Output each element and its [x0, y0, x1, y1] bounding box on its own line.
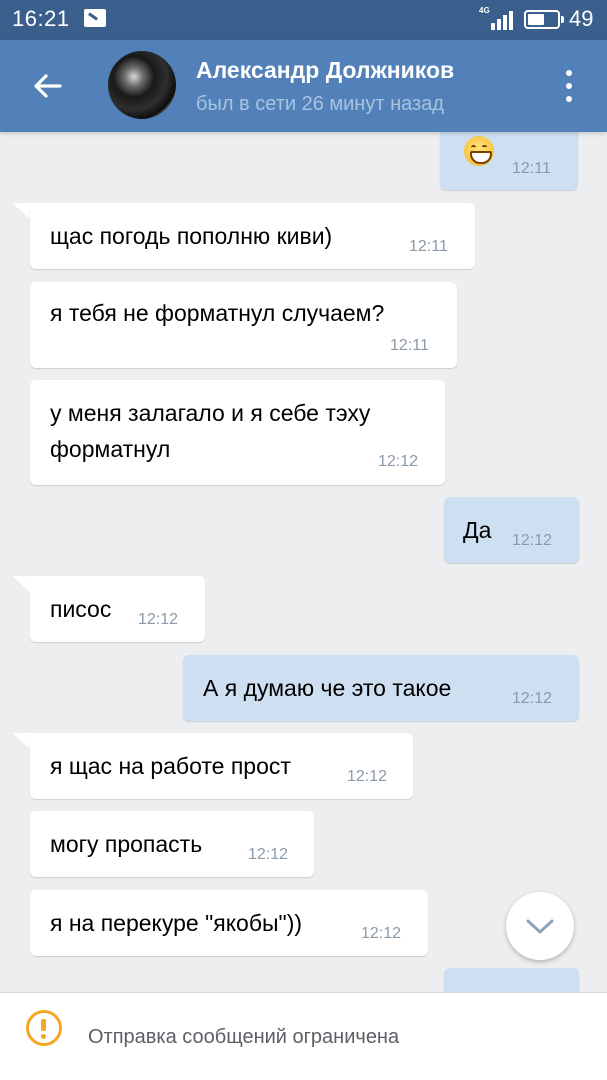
- message-outgoing[interactable]: Да 12:12: [444, 497, 579, 563]
- message-incoming[interactable]: я тебя не форматнул случаем? 12:11: [30, 282, 457, 368]
- message-incoming[interactable]: щас погодь пополню киви) 12:11: [30, 203, 475, 269]
- message-text-line-2: форматнул: [50, 436, 171, 462]
- message-incoming[interactable]: могу пропасть 12:12: [30, 811, 314, 877]
- bubble-tail: [12, 576, 30, 592]
- bubble-tail: [12, 203, 30, 219]
- message-text: могу пропасть: [50, 831, 203, 857]
- message-time: 12:12: [378, 453, 419, 470]
- message-text: я тебя не форматнул случаем?: [50, 300, 385, 326]
- signal-icon: 4G: [479, 6, 513, 30]
- message-time: 12:12: [248, 846, 289, 863]
- restriction-notice: Отправка сообщений ограничена: [88, 1026, 400, 1048]
- bubble-tail: [12, 733, 30, 749]
- message-text: щас погодь пополню киви): [50, 223, 333, 249]
- grinning-face-icon: [464, 136, 494, 166]
- network-type: 4G: [479, 6, 490, 15]
- avatar[interactable]: [108, 51, 176, 119]
- arrow-left-icon[interactable]: [30, 68, 66, 104]
- battery-icon: [524, 10, 564, 29]
- message-text: я щас на работе прост: [50, 753, 291, 779]
- message-incoming[interactable]: я на перекуре "якобы")) 12:12: [30, 890, 428, 956]
- message-text-line-1: у меня залагало и я себе тэху: [50, 400, 371, 426]
- exclamation-circle-icon: [26, 1010, 62, 1046]
- message-outgoing[interactable]: А я думаю че это такое 12:12: [183, 655, 579, 721]
- chevron-down-icon: [526, 919, 554, 934]
- status-bar: 16:21 4G 49: [0, 0, 607, 40]
- messaging-restricted-bar: Отправка сообщений ограничена: [0, 992, 607, 1080]
- message-time: 12:12: [512, 690, 553, 707]
- chat-header: Александр Должников был в сети 26 минут …: [0, 40, 607, 132]
- message-time: 12:12: [512, 532, 553, 549]
- message-text: Да: [463, 517, 492, 543]
- message-time: 12:12: [347, 768, 388, 785]
- last-seen-status: был в сети 26 минут назад: [196, 93, 444, 115]
- contact-name[interactable]: Александр Должников: [196, 57, 454, 84]
- message-time: 12:11: [390, 337, 429, 354]
- battery-level: 49: [569, 6, 594, 31]
- message-text: А я думаю че это такое: [203, 675, 452, 701]
- message-incoming[interactable]: писос 12:12: [30, 576, 205, 642]
- message-incoming[interactable]: я щас на работе прост 12:12: [30, 733, 413, 799]
- message-text: я на перекуре "якобы")): [50, 910, 303, 936]
- message-time: 12:12: [361, 925, 402, 942]
- status-time: 16:21: [12, 6, 70, 31]
- scroll-down-button[interactable]: [506, 892, 574, 960]
- more-vertical-icon[interactable]: [556, 68, 582, 104]
- message-outgoing[interactable]: 12:11: [440, 126, 578, 190]
- message-text: писос: [50, 596, 112, 622]
- message-time: 12:12: [138, 611, 179, 628]
- message-incoming[interactable]: у меня залагало и я себе тэху форматнул …: [30, 380, 445, 485]
- message-time: 12:11: [409, 238, 448, 255]
- notification-icon: [84, 9, 106, 27]
- message-time: 12:11: [512, 160, 551, 177]
